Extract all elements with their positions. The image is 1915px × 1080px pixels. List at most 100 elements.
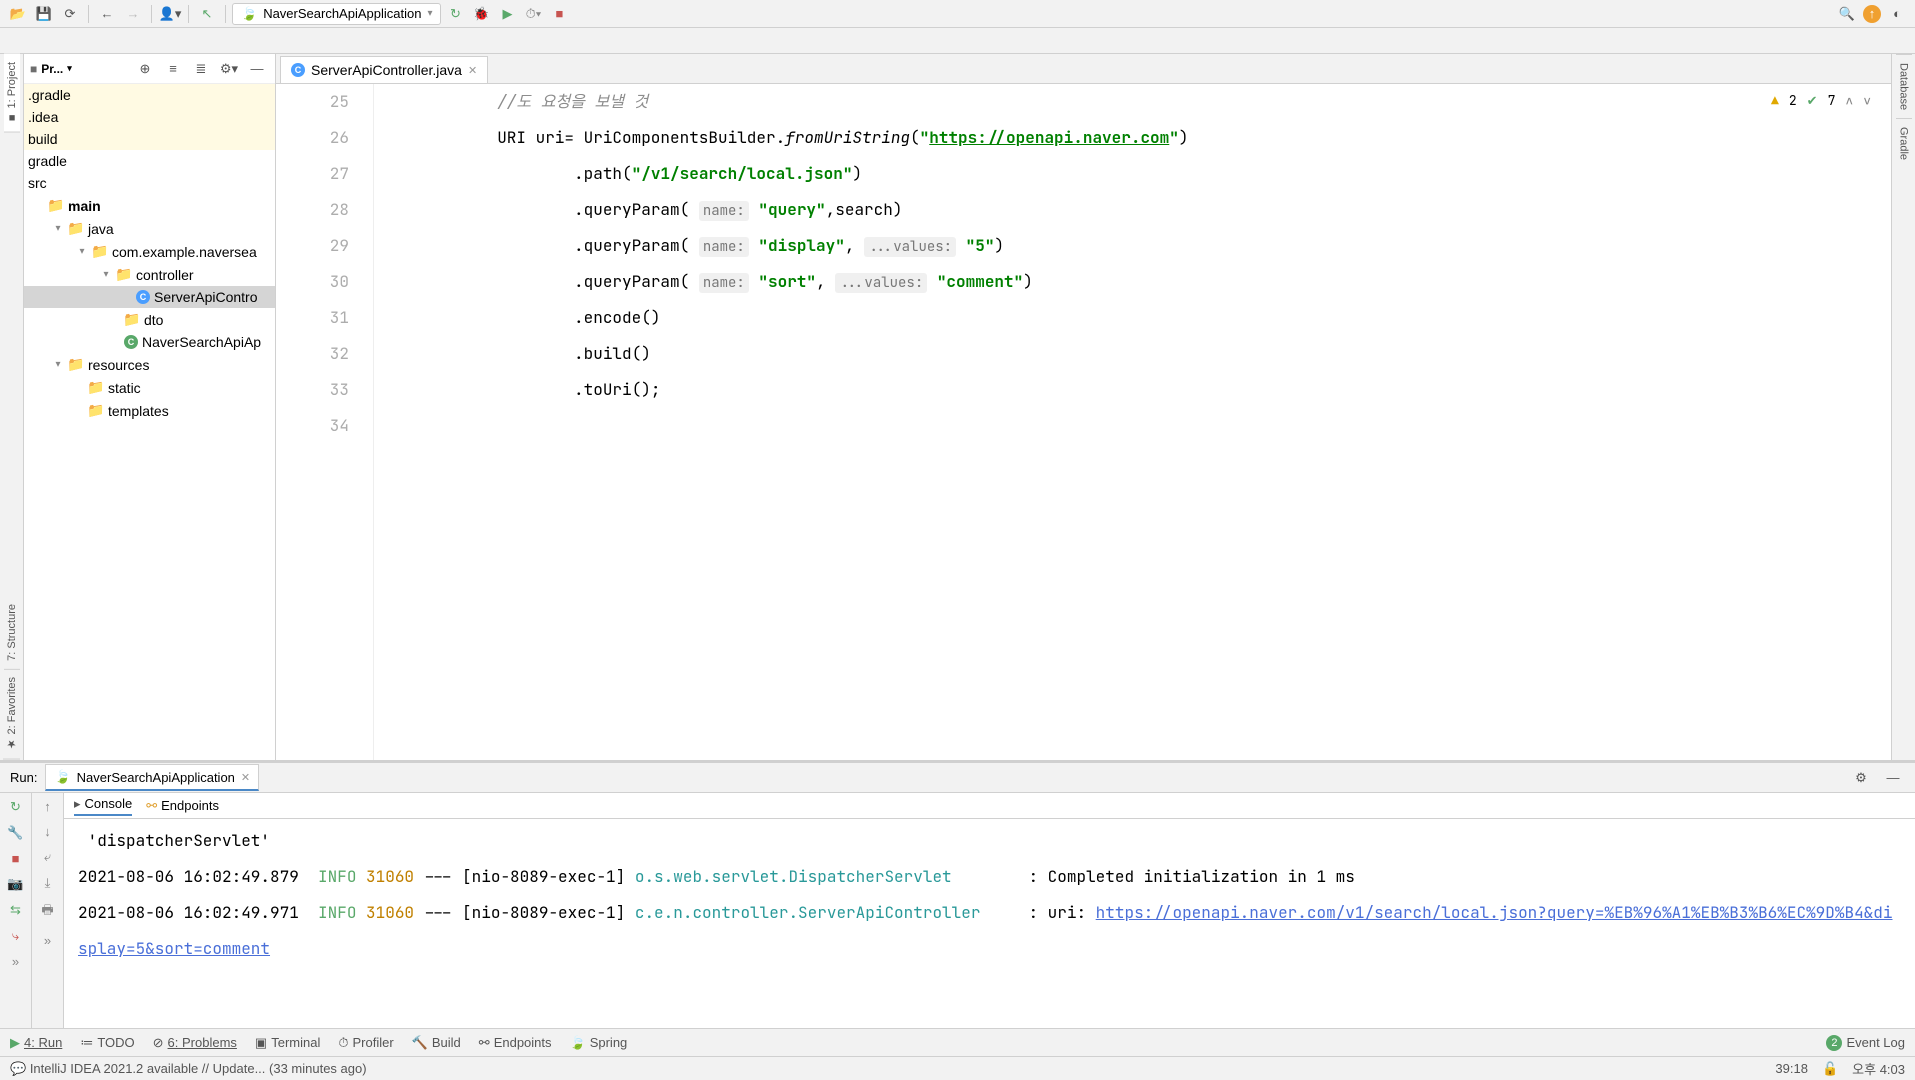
- run-coverage-icon[interactable]: ▶: [495, 2, 519, 26]
- more-icon[interactable]: »: [44, 933, 51, 948]
- update-icon[interactable]: ↑: [1863, 5, 1881, 23]
- tree-folder-resources[interactable]: ▾📁resources: [24, 353, 275, 376]
- console-tab[interactable]: ▸ Console: [74, 796, 132, 816]
- bottom-tab-eventlog[interactable]: 2Event Log: [1826, 1035, 1905, 1051]
- open-icon[interactable]: 📂: [6, 2, 30, 26]
- lock-icon[interactable]: 🔓: [1822, 1061, 1838, 1077]
- caret-position[interactable]: 39:18: [1775, 1061, 1808, 1076]
- user-icon[interactable]: 👤▾: [158, 2, 182, 26]
- run-config-label: NaverSearchApiApplication: [263, 6, 421, 21]
- collapse-all-icon[interactable]: ≣: [189, 57, 213, 81]
- bottom-tab-run[interactable]: ▶4: Run: [10, 1035, 62, 1051]
- project-view-title[interactable]: ■ Pr... ▾: [30, 62, 72, 76]
- soft-wrap-icon[interactable]: ⤶: [44, 849, 51, 865]
- wrench-icon[interactable]: 🔧: [7, 825, 23, 841]
- stop-icon[interactable]: ■: [547, 2, 571, 26]
- chevron-down-icon: ▾: [100, 269, 112, 280]
- project-tool-tab[interactable]: ■ 1: Project: [4, 54, 20, 133]
- line-gutter: 25262728293031323334: [276, 84, 374, 760]
- tree-folder-main[interactable]: 📁main: [24, 194, 275, 217]
- back-icon[interactable]: ←: [95, 2, 119, 26]
- editor-inspection-widget[interactable]: ▲2 ✔7 ∧ ∨: [1771, 92, 1871, 109]
- scroll-end-icon[interactable]: ⤓: [45, 875, 51, 891]
- chevron-down-icon: ▾: [67, 63, 72, 74]
- debug-icon[interactable]: 🐞: [469, 2, 493, 26]
- bottom-tab-endpoints[interactable]: ⚯Endpoints: [479, 1035, 552, 1051]
- locate-icon[interactable]: ⊕: [133, 57, 157, 81]
- editor-tabs: C ServerApiController.java ✕: [276, 54, 1891, 84]
- gear-icon[interactable]: ⚙: [1849, 766, 1873, 790]
- tree-folder-templates[interactable]: 📁templates: [24, 399, 275, 422]
- status-time: 오후 4:03: [1852, 1059, 1905, 1078]
- database-tool-tab[interactable]: Database: [1896, 54, 1912, 118]
- run-restart-icon[interactable]: ↻: [443, 2, 467, 26]
- console-output[interactable]: 'dispatcherServlet' 2021-08-06 16:02:49.…: [64, 819, 1915, 1028]
- left-tool-stripe: ■ 1: Project 7: Structure ★ 2: Favorites: [0, 54, 24, 760]
- arrow-up-icon[interactable]: ∧: [1845, 92, 1853, 109]
- search-icon[interactable]: 🔍: [1835, 2, 1859, 26]
- more-icon[interactable]: »: [12, 954, 19, 969]
- endpoints-icon: ⚯: [146, 798, 157, 814]
- editor-tab-controller[interactable]: C ServerApiController.java ✕: [280, 56, 488, 83]
- tree-folder-build[interactable]: build: [24, 128, 275, 150]
- warning-icon: ▲: [1771, 92, 1779, 109]
- bottom-tab-problems[interactable]: ⊘6: Problems: [153, 1035, 237, 1051]
- terminal-icon: ▣: [255, 1035, 267, 1051]
- rerun-icon[interactable]: ↻: [10, 799, 21, 815]
- class-icon: C: [291, 63, 305, 77]
- jetbrains-icon[interactable]: ◐: [1885, 2, 1909, 26]
- profile-icon[interactable]: ⏱▾: [521, 2, 545, 26]
- close-icon[interactable]: ✕: [241, 771, 250, 784]
- source-folder-icon: 📁: [68, 220, 84, 237]
- tree-file-controller[interactable]: CServerApiContro: [24, 286, 275, 308]
- tree-package-dto[interactable]: 📁dto: [24, 308, 275, 331]
- run-label: Run:: [10, 770, 37, 785]
- print-icon[interactable]: 🖶: [41, 901, 53, 923]
- endpoints-tab[interactable]: ⚯ Endpoints: [146, 798, 219, 814]
- bottom-tab-todo[interactable]: ≔TODO: [80, 1035, 134, 1051]
- sync-icon[interactable]: ⟳: [58, 2, 82, 26]
- arrow-up-icon[interactable]: ↑: [44, 799, 51, 814]
- expand-all-icon[interactable]: ≡: [161, 57, 185, 81]
- status-message[interactable]: IntelliJ IDEA 2021.2 available // Update…: [30, 1061, 367, 1076]
- notification-icon[interactable]: 💬: [10, 1061, 26, 1077]
- class-icon: C: [124, 335, 138, 349]
- tree-folder-static[interactable]: 📁static: [24, 376, 275, 399]
- arrow-down-icon[interactable]: ∨: [1863, 92, 1871, 109]
- hammer-icon: 🔨: [412, 1035, 428, 1051]
- hide-icon[interactable]: —: [245, 57, 269, 81]
- code-editor[interactable]: 25262728293031323334 //도 요청을 보낼 것 URI ur…: [276, 84, 1891, 760]
- tree-folder-src[interactable]: src: [24, 172, 275, 194]
- bottom-tab-profiler[interactable]: ⏱Profiler: [338, 1035, 393, 1051]
- code-content[interactable]: //도 요청을 보낼 것 URI uri= UriComponentsBuild…: [374, 84, 1891, 760]
- right-tool-stripe: Database Gradle: [1891, 54, 1915, 760]
- favorites-tool-tab[interactable]: ★ 2: Favorites: [3, 669, 20, 760]
- structure-tool-tab[interactable]: 7: Structure: [4, 596, 20, 670]
- project-tree[interactable]: .gradle .idea build gradle src 📁main ▾📁j…: [24, 84, 275, 760]
- build-hammer-icon[interactable]: ↖: [195, 2, 219, 26]
- arrow-down-icon[interactable]: ↓: [44, 824, 51, 839]
- tree-folder-gradle[interactable]: gradle: [24, 150, 275, 172]
- close-icon[interactable]: ✕: [468, 64, 477, 77]
- hide-icon[interactable]: —: [1881, 766, 1905, 790]
- save-icon[interactable]: 💾: [32, 2, 56, 26]
- bottom-tab-build[interactable]: 🔨Build: [412, 1035, 461, 1051]
- run-config-tab[interactable]: 🍃 NaverSearchApiApplication ✕: [45, 764, 259, 791]
- bottom-tab-spring[interactable]: 🍃Spring: [570, 1035, 628, 1051]
- forward-icon[interactable]: →: [121, 2, 145, 26]
- tree-package-controller[interactable]: ▾📁controller: [24, 263, 275, 286]
- tree-folder-idea[interactable]: .idea: [24, 106, 275, 128]
- tree-file-app[interactable]: CNaverSearchApiAp: [24, 331, 275, 353]
- bottom-tab-terminal[interactable]: ▣Terminal: [255, 1035, 320, 1051]
- play-icon: ▶: [10, 1035, 20, 1051]
- stop-icon[interactable]: ■: [12, 851, 20, 866]
- tree-folder-java[interactable]: ▾📁java: [24, 217, 275, 240]
- exit-icon[interactable]: ⤷: [12, 928, 19, 944]
- gradle-tool-tab[interactable]: Gradle: [1896, 118, 1912, 168]
- layout-icon[interactable]: ⇆: [10, 902, 21, 918]
- run-configuration-dropdown[interactable]: 🍃 NaverSearchApiApplication ▾: [232, 3, 441, 25]
- tree-folder-gradle-dot[interactable]: .gradle: [24, 84, 275, 106]
- camera-icon[interactable]: 📷: [7, 876, 23, 892]
- tree-package[interactable]: ▾📁com.example.naversea: [24, 240, 275, 263]
- gear-icon[interactable]: ⚙▾: [217, 57, 241, 81]
